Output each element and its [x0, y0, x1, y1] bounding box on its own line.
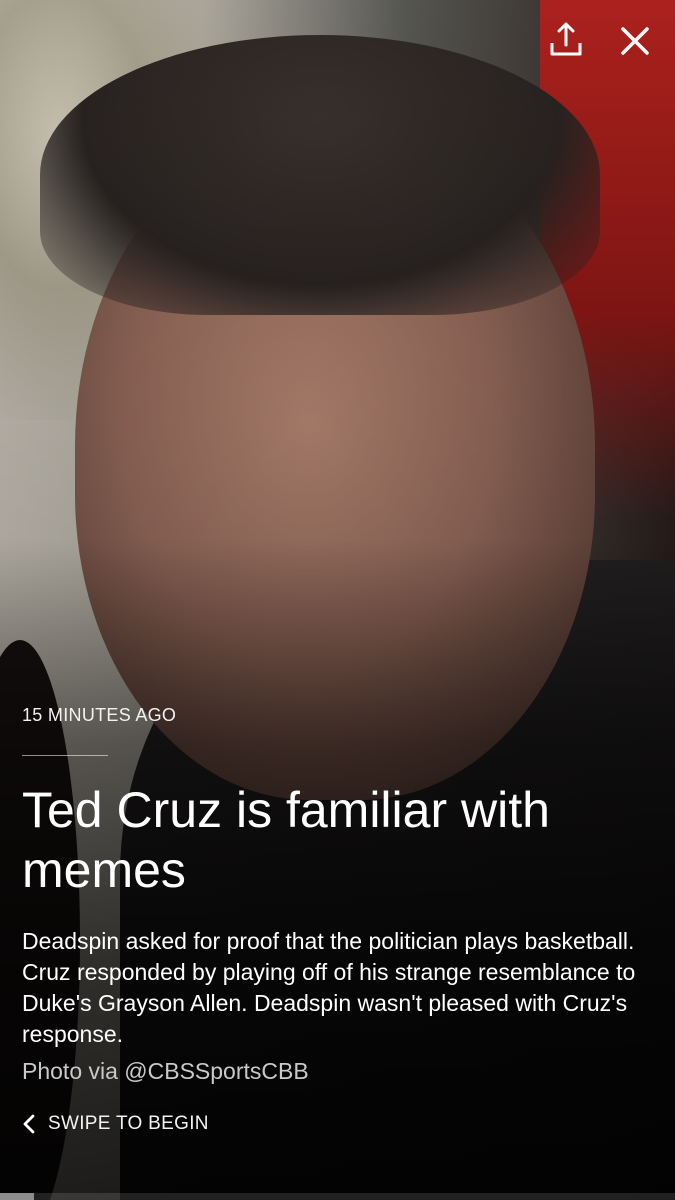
close-icon [621, 27, 649, 55]
divider [22, 755, 108, 756]
story-body: Deadspin asked for proof that the politi… [22, 928, 636, 1047]
swipe-to-begin-button[interactable]: SWIPE TO BEGIN [22, 1113, 209, 1135]
close-button[interactable] [614, 20, 656, 62]
swipe-label: SWIPE TO BEGIN [48, 1113, 209, 1134]
share-icon [550, 22, 582, 56]
photo-credit: Photo via @CBSSportsCBB [22, 1058, 309, 1084]
share-button[interactable] [546, 20, 586, 60]
story-screen: 15 MINUTES AGO Ted Cruz is familiar with… [0, 0, 675, 1200]
story-headline: Ted Cruz is familiar with memes [22, 782, 550, 898]
story-timestamp: 15 MINUTES AGO [22, 705, 177, 725]
chevron-left-icon [23, 1114, 35, 1134]
story-progress-bar [0, 1193, 675, 1200]
story-progress-fill [0, 1193, 34, 1200]
